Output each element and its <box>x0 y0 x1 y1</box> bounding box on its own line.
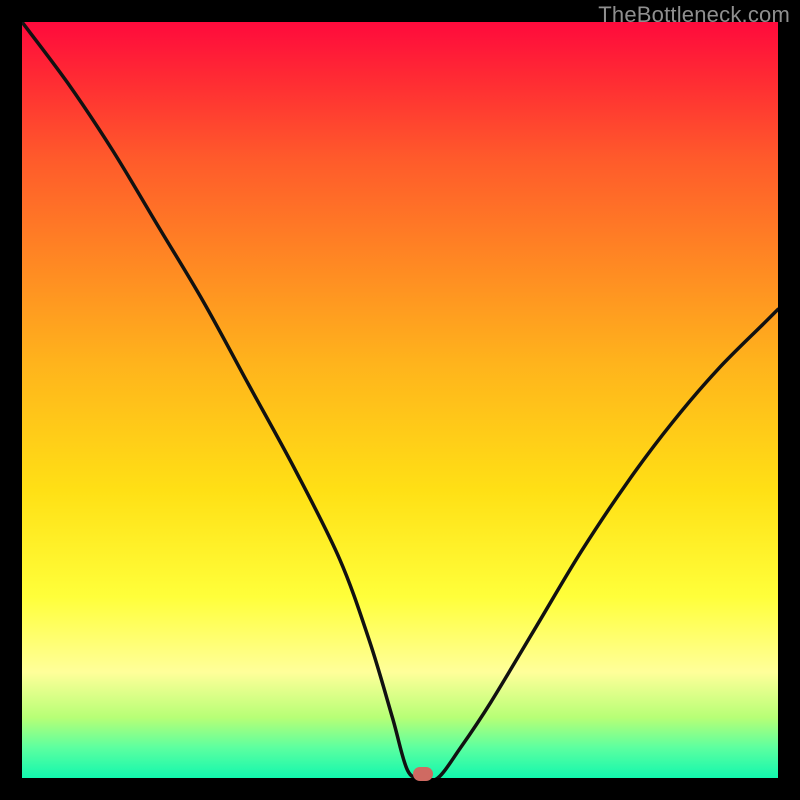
bottleneck-curve <box>22 22 778 778</box>
min-point-marker <box>413 767 433 781</box>
plot-area <box>22 22 778 778</box>
chart-frame: TheBottleneck.com <box>0 0 800 800</box>
watermark-label: TheBottleneck.com <box>598 2 790 28</box>
curve-path <box>22 22 778 778</box>
